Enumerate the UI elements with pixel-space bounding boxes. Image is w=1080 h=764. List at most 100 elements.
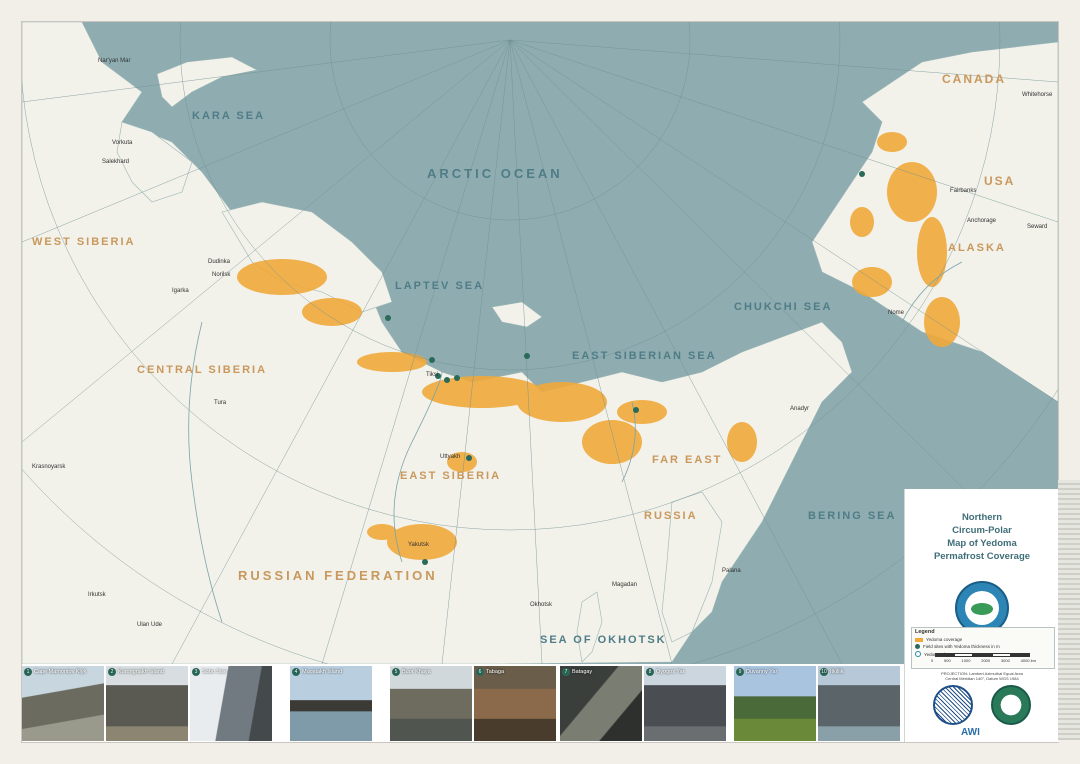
legend-row: Field sites with Yedoma thickness in m — [912, 643, 1054, 650]
photo-thumb: 8 Oyogos Yar — [644, 666, 726, 741]
yedoma-swatch — [915, 637, 923, 642]
legend-row: Yedoma coverage — [912, 636, 1054, 643]
region-label-alaska: ALASKA — [948, 242, 1006, 254]
photo-caption: Muostakh Island — [302, 669, 343, 675]
photo-number: 4 — [292, 668, 300, 676]
city-label: Vorkuta — [112, 140, 133, 146]
site-marker-icon — [915, 644, 920, 649]
info-panel: Northern Circum-Polar Map of Yedoma Perm… — [904, 489, 1059, 742]
city-label: Seward — [1027, 224, 1048, 230]
new-siberian-islands — [491, 301, 543, 328]
partner-logo — [991, 685, 1031, 725]
map-area: KARA SEA ARCTIC OCEAN LAPTEV SEA EAST SI… — [22, 22, 1058, 664]
legend-label: Field sites with Yedoma thickness in m — [923, 644, 1000, 649]
region-label-east-siberia: EAST SIBERIA — [400, 470, 502, 482]
city-label: Tura — [214, 400, 227, 406]
region-label-usa: USA — [984, 174, 1016, 188]
awi-logo: AWI — [961, 727, 980, 738]
photo-thumb: 1 Cape Mamontov Klyk — [22, 666, 104, 741]
city-label: Anchorage — [967, 218, 997, 224]
city-label: Norilsk — [212, 272, 231, 278]
city-label: Nome — [888, 310, 905, 316]
city-label: Igarka — [172, 288, 189, 294]
photo-thumb: 10 Itkillik — [818, 666, 900, 741]
photo-number: 9 — [736, 668, 744, 676]
ipa-logo — [933, 685, 973, 725]
photo-caption: Oyogos Yar — [656, 669, 685, 675]
title-line: Northern — [961, 512, 1003, 523]
city-label: Anadyr — [790, 406, 810, 412]
scale-label: 500 — [944, 658, 951, 663]
photo-thumb: 7 Batagay — [560, 666, 642, 741]
photo-number: 7 — [562, 668, 570, 676]
city-label: Irkutsk — [88, 592, 106, 598]
map-graphic — [22, 22, 1058, 664]
photo-thumb: 5 Buor Khaya — [390, 666, 472, 741]
city-label: Ulan Ude — [137, 622, 163, 628]
scale-labels: 0 500 1000 2000 3000 4000 km — [931, 658, 1036, 663]
photo-number: 1 — [24, 668, 32, 676]
region-label-russian-federation: RUSSIAN FEDERATION — [238, 568, 438, 583]
photo-thumb: 6 Tabaga — [474, 666, 556, 741]
photo-caption: Batagay — [572, 669, 593, 675]
legend-title: Legend — [915, 629, 935, 635]
photo-number: 3 — [192, 668, 200, 676]
city-label: Dudinka — [208, 259, 231, 265]
region-label-far-east: FAR EAST — [652, 454, 723, 466]
photo-thumb: 9 Duvanny Yar — [734, 666, 816, 741]
sea-label-kara: KARA SEA — [192, 110, 266, 122]
photo-caption: Tabaga — [486, 669, 505, 675]
region-label-west-siberia: WEST SIBERIA — [32, 236, 136, 248]
novaya-zemlya — [156, 56, 258, 108]
region-label-canada: CANADA — [942, 72, 1006, 86]
city-label: Nar'yan Mar — [98, 58, 131, 64]
sea-label-okhotsk: SEA OF OKHOTSK — [540, 634, 667, 646]
photo-caption: Sobo Sise — [202, 669, 228, 675]
photo-number: 8 — [646, 668, 654, 676]
city-label: Palana — [722, 568, 741, 574]
city-label: Yakutsk — [408, 542, 429, 548]
title-line: Permafrost Coverage — [933, 551, 1031, 562]
city-label: Okhotsk — [530, 602, 553, 608]
photo-caption: Cape Mamontov Klyk — [34, 669, 87, 675]
title-line: Map of Yedoma — [947, 538, 1017, 549]
photo-caption: Duvanny Yar — [746, 669, 778, 675]
sea-label-bering: BERING SEA — [808, 510, 897, 522]
photo-thumb: 2 Kurungnakh Island — [106, 666, 188, 741]
city-label: Magadan — [612, 582, 638, 588]
photo-number: 6 — [476, 668, 484, 676]
city-label: Whitehorse — [1022, 92, 1053, 98]
photo-number: 10 — [820, 668, 828, 676]
city-label: Salekhard — [102, 159, 130, 165]
sea-label-arctic: ARCTIC OCEAN — [427, 166, 563, 181]
region-label-central-siberia: CENTRAL SIBERIA — [137, 364, 268, 376]
map-title: Northern Circum-Polar Map of Yedoma Perm… — [905, 511, 1059, 563]
photo-caption: Itkillik — [830, 669, 844, 675]
photo-caption: Buor Khaya — [402, 669, 431, 675]
decorative-edge — [1058, 480, 1080, 740]
scale-bar — [935, 653, 1030, 657]
city-label: Uttyakh — [440, 454, 461, 460]
photo-number: 2 — [108, 668, 116, 676]
photo-caption: Kurungnakh Island — [118, 669, 164, 675]
scale-label: 1000 — [961, 658, 971, 663]
sea-label-chukchi: CHUKCHI SEA — [734, 301, 833, 313]
projection-line: Central Meridian 140°, Datum WGS 1984 — [945, 676, 1019, 681]
scale-label: 3000 — [1000, 658, 1010, 663]
city-label: Fairbanks — [950, 188, 977, 194]
scale-label: 4000 km — [1020, 658, 1036, 663]
scale-label: 0 — [931, 658, 934, 663]
legend-label: Yedoma coverage — [926, 637, 963, 642]
sea-label-laptev: LAPTEV SEA — [395, 280, 485, 292]
region-label-russia: RUSSIA — [644, 510, 698, 522]
scale-label: 2000 — [981, 658, 991, 663]
photo-thumb: 3 Sobo Sise — [190, 666, 272, 741]
projection-note: PROJECTION: Lambert Azimuthal Equal Area… — [913, 671, 1051, 681]
title-line: Circum-Polar — [952, 525, 1012, 536]
city-label: Krasnoyarsk — [32, 464, 66, 470]
photo-number: 5 — [392, 668, 400, 676]
sea-label-east-siberian: EAST SIBERIAN SEA — [572, 350, 717, 362]
photo-thumb: 4 Muostakh Island — [290, 666, 372, 741]
photo-marker-icon — [915, 651, 921, 657]
city-label: Tiksi — [426, 372, 439, 378]
